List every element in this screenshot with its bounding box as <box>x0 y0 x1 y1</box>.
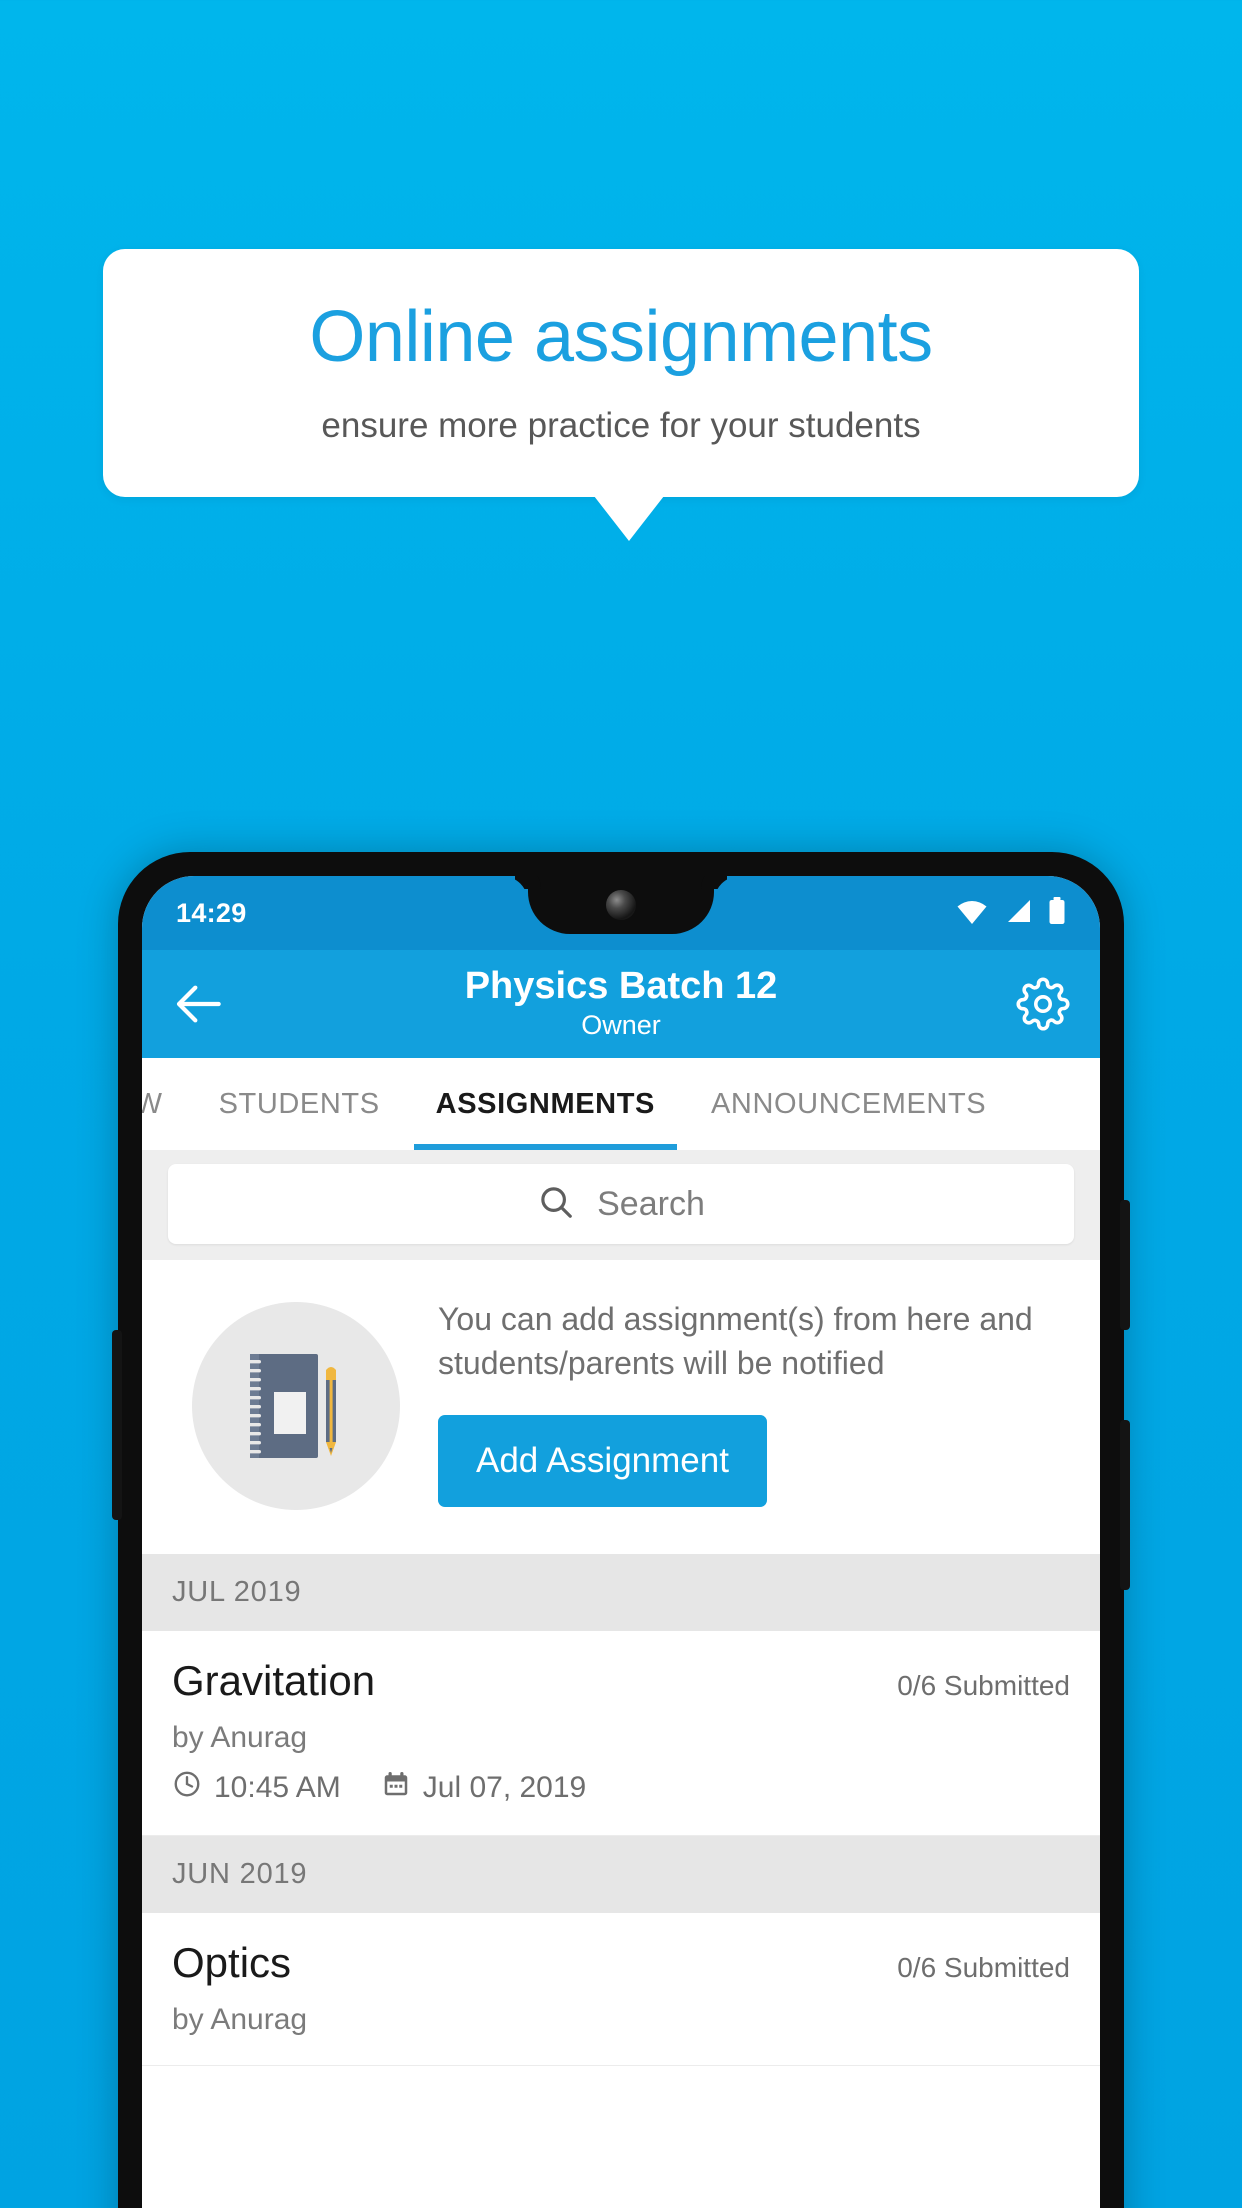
assignment-author: by Anurag <box>172 2003 308 2036</box>
assignment-author: by Anurag <box>172 1721 308 1754</box>
notebook-and-pen-icon <box>192 1302 400 1510</box>
empty-state-content: You can add assignment(s) from here and … <box>406 1294 1072 1508</box>
promo-subtitle: ensure more practice for your students <box>321 405 921 445</box>
month-header-jun: JUN 2019 <box>142 1836 1100 1913</box>
status-bar-icons <box>956 896 1066 930</box>
month-header-jul: JUL 2019 <box>142 1554 1100 1631</box>
page-title: Physics Batch 12 <box>464 964 778 1007</box>
page-subtitle: Owner <box>581 1009 661 1040</box>
table-row[interactable]: Gravitation 0/6 Submitted by Anurag 10:4… <box>142 1631 1100 1836</box>
promo-title: Online assignments <box>309 297 933 378</box>
assignment-submitted-count: 0/6 Submitted <box>897 1952 1070 1983</box>
assignment-title: Gravitation <box>172 1657 376 1704</box>
wifi-icon <box>956 898 988 929</box>
empty-state-text: You can add assignment(s) from here and … <box>438 1301 1033 1381</box>
status-bar-clock: 14:29 <box>176 897 247 928</box>
assignment-row-top: Gravitation 0/6 Submitted <box>172 1657 1070 1705</box>
back-arrow-icon[interactable] <box>172 976 228 1032</box>
battery-icon <box>1048 896 1066 930</box>
assignment-title: Optics <box>172 1939 292 1986</box>
tab-assignments[interactable]: ASSIGNMENTS <box>408 1058 683 1150</box>
tab-bar: IEW STUDENTS ASSIGNMENTS ANNOUNCEMENTS <box>142 1058 1100 1150</box>
search-section: Search <box>142 1150 1100 1260</box>
tab-overview[interactable]: IEW <box>142 1058 191 1150</box>
clock-icon <box>172 1769 202 1807</box>
add-assignment-button[interactable]: Add Assignment <box>438 1415 767 1508</box>
phone-mockup: 14:29 Physics Batch 12 Owner W STUDENTS … <box>118 852 1124 2208</box>
phone-notch <box>528 876 714 934</box>
promo-callout-tail <box>594 496 664 541</box>
search-input[interactable]: Search <box>168 1164 1074 1244</box>
phone-volume-button <box>1120 1200 1130 1330</box>
table-row[interactable]: Optics 0/6 Submitted by Anurag <box>142 1913 1100 2066</box>
tab-announcements[interactable]: ANNOUNCEMENTS <box>683 1058 1014 1150</box>
gear-icon[interactable] <box>1016 977 1070 1031</box>
search-icon <box>537 1183 575 1226</box>
tab-students[interactable]: STUDENTS <box>191 1058 408 1150</box>
calendar-icon <box>381 1769 411 1807</box>
phone-side-button-left <box>112 1330 122 1520</box>
app-bar: Physics Batch 12 Owner <box>142 950 1100 1058</box>
assignment-submitted-count: 0/6 Submitted <box>897 1670 1070 1701</box>
assignment-row-top: Optics 0/6 Submitted <box>172 1939 1070 1987</box>
signal-icon <box>1004 898 1032 929</box>
assignment-time: 10:45 AM <box>214 1771 341 1804</box>
empty-state-panel: You can add assignment(s) from here and … <box>142 1260 1100 1554</box>
search-placeholder: Search <box>597 1184 705 1223</box>
phone-power-button <box>1120 1420 1130 1590</box>
assignment-date: Jul 07, 2019 <box>422 1771 587 1804</box>
promo-callout-card: Online assignments ensure more practice … <box>103 249 1139 497</box>
phone-screen: 14:29 Physics Batch 12 Owner W STUDENTS … <box>142 876 1100 2208</box>
front-camera-icon <box>606 890 636 920</box>
app-bar-titles: Physics Batch 12 Owner <box>142 964 1100 1043</box>
assignment-meta: 10:45 AM Jul 07, 2019 <box>172 1769 1070 1807</box>
